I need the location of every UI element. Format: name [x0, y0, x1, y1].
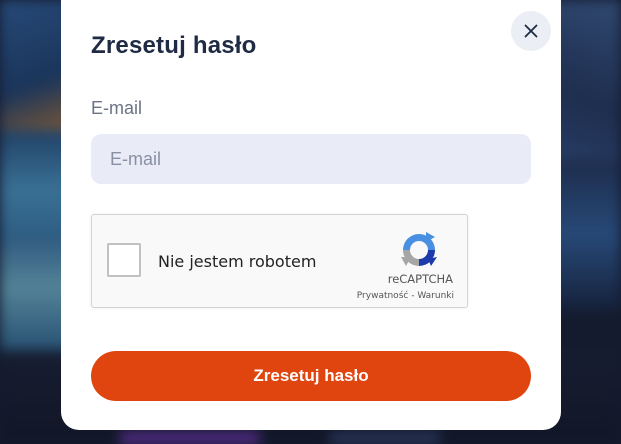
recaptcha-links: Prywatność - Warunki [357, 291, 454, 301]
recaptcha-brand: reCAPTCHA [387, 272, 453, 286]
recaptcha-privacy-link[interactable]: Prywatność [357, 291, 409, 301]
recaptcha-label: Nie jestem robotem [158, 252, 317, 271]
recaptcha-links-separator: - [408, 291, 418, 301]
close-icon [524, 24, 538, 38]
email-label: E-mail [91, 98, 143, 118]
reset-password-modal: Zresetuj hasło E-mail Nie jestem robotem… [61, 0, 561, 430]
reset-password-button[interactable]: Zresetuj hasło [91, 351, 531, 401]
recaptcha-logo-icon [401, 232, 437, 266]
recaptcha-checkbox[interactable] [107, 243, 141, 277]
close-button[interactable] [511, 11, 551, 51]
recaptcha-widget: Nie jestem robotem reCAPTCHA Prywatność … [91, 214, 468, 308]
modal-title: Zresetuj hasło [91, 32, 257, 59]
recaptcha-terms-link[interactable]: Warunki [417, 291, 454, 301]
email-field[interactable] [91, 134, 531, 184]
